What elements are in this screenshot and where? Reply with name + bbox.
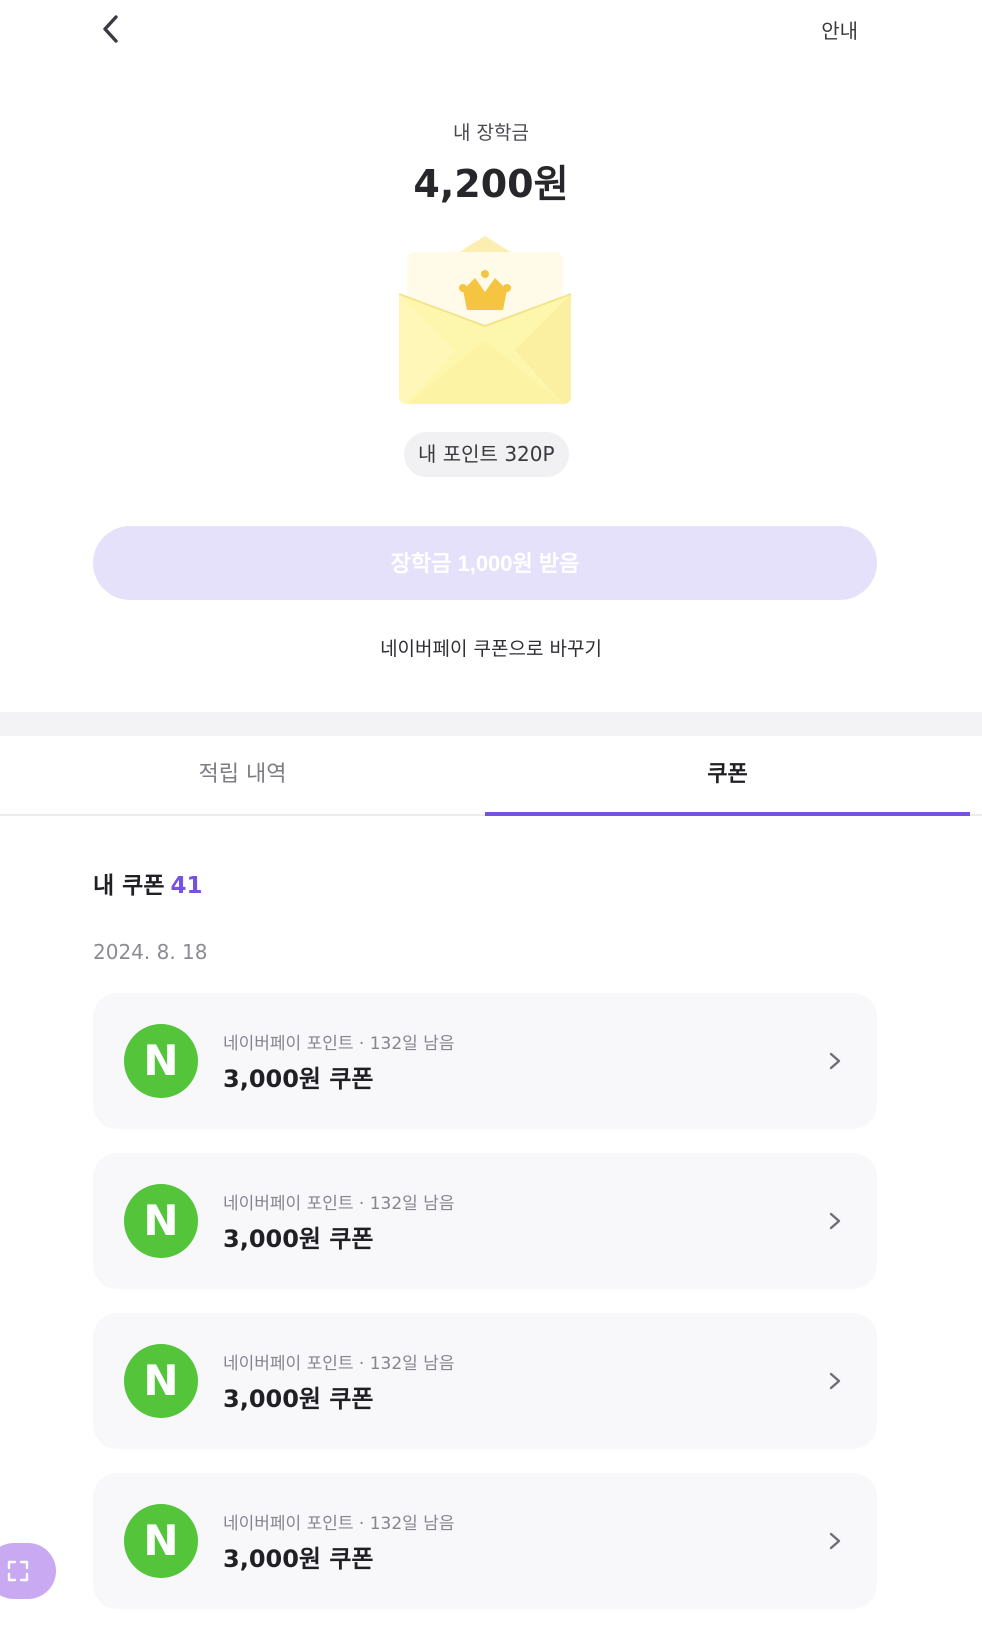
chevron-right-icon — [829, 1052, 841, 1070]
chevron-left-icon — [103, 15, 118, 43]
top-bar: 안내 — [0, 0, 982, 60]
naver-n-logo: N — [124, 1184, 198, 1258]
scan-fab-button[interactable] — [0, 1543, 56, 1599]
coupon-name: 3,000원 쿠폰 — [223, 1225, 374, 1253]
chevron-right-icon — [829, 1532, 841, 1550]
coupon-meta: 네이버페이 포인트 · 132일 남음 — [223, 1514, 455, 1534]
coupon-card[interactable]: N 네이버페이 포인트 · 132일 남음 3,000원 쿠폰 — [93, 1313, 877, 1449]
coupon-name: 3,000원 쿠폰 — [223, 1065, 374, 1093]
coupon-card[interactable]: N 네이버페이 포인트 · 132일 남음 3,000원 쿠폰 — [93, 993, 877, 1129]
coupon-count: 41 — [170, 873, 203, 899]
coupon-meta: 네이버페이 포인트 · 132일 남음 — [223, 1034, 455, 1054]
coupon-name: 3,000원 쿠폰 — [223, 1545, 374, 1573]
chevron-right-icon — [829, 1372, 841, 1390]
coupon-name: 3,000원 쿠폰 — [223, 1385, 374, 1413]
guide-link[interactable]: 안내 — [821, 15, 858, 44]
scan-frame-icon — [7, 1560, 29, 1582]
coupon-card[interactable]: N 네이버페이 포인트 · 132일 남음 3,000원 쿠폰 — [93, 1473, 877, 1609]
naver-n-logo: N — [124, 1024, 198, 1098]
claim-scholarship-button[interactable]: 장학금 1,000원 받음 — [93, 526, 877, 600]
coupon-meta: 네이버페이 포인트 · 132일 남음 — [223, 1194, 455, 1214]
points-chip: 내 포인트 320P — [404, 432, 569, 477]
scholarship-amount: 4,200원 — [413, 162, 569, 206]
scholarship-summary: 내 장학금 4,200원 — [0, 118, 982, 208]
back-button[interactable] — [96, 12, 128, 46]
naver-n-logo: N — [124, 1504, 198, 1578]
naver-n-logo: N — [124, 1344, 198, 1418]
tab-bar: 적립 내역 쿠폰 — [0, 736, 982, 816]
section-divider — [0, 712, 982, 736]
tab-coupons[interactable]: 쿠폰 — [485, 736, 970, 816]
coupon-meta: 네이버페이 포인트 · 132일 남음 — [223, 1354, 455, 1374]
swap-to-naverpay-link[interactable]: 네이버페이 쿠폰으로 바꾸기 — [0, 634, 982, 661]
chevron-right-icon — [829, 1212, 841, 1230]
coupon-date: 2024. 8. 18 — [93, 940, 208, 964]
scholarship-label: 내 장학금 — [453, 122, 529, 144]
my-coupons-heading: 내 쿠폰 41 — [93, 866, 203, 900]
coupon-card[interactable]: N 네이버페이 포인트 · 132일 남음 3,000원 쿠폰 — [93, 1153, 877, 1289]
tab-earning-history[interactable]: 적립 내역 — [0, 736, 485, 814]
my-coupons-label: 내 쿠폰 — [93, 873, 165, 899]
envelope-crown-icon — [398, 236, 572, 404]
